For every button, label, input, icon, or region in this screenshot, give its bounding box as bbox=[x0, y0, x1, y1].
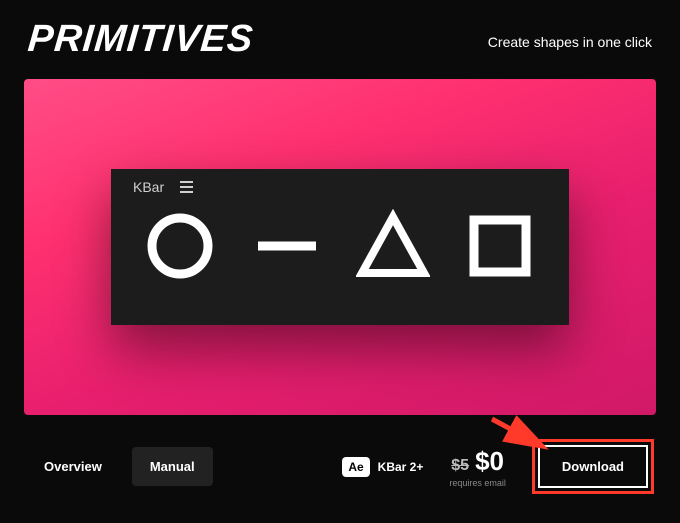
kbar-panel: KBar bbox=[111, 169, 569, 325]
kbar-panel-header: KBar bbox=[133, 179, 547, 195]
hero-image: KBar bbox=[24, 79, 656, 415]
tab-manual[interactable]: Manual bbox=[132, 447, 213, 486]
tab-overview[interactable]: Overview bbox=[26, 447, 120, 486]
price-note: requires email bbox=[449, 478, 506, 488]
bottom-bar: Overview Manual Ae KBar 2+ $5 $0 require… bbox=[0, 415, 680, 494]
square-icon bbox=[463, 209, 537, 283]
hamburger-icon bbox=[180, 181, 193, 193]
old-price: $5 bbox=[451, 457, 469, 475]
price: $5 $0 requires email bbox=[449, 446, 506, 488]
requirements: Ae KBar 2+ bbox=[342, 457, 423, 477]
triangle-icon bbox=[356, 209, 430, 283]
shapes-row bbox=[133, 203, 547, 283]
circle-icon bbox=[143, 209, 217, 283]
download-highlight: Download bbox=[532, 439, 654, 494]
logo: PRIMITIVES bbox=[26, 18, 255, 61]
kbar-version-label: KBar 2+ bbox=[378, 460, 424, 474]
tagline: Create shapes in one click bbox=[488, 34, 652, 50]
kbar-title: KBar bbox=[133, 179, 164, 195]
header: PRIMITIVES Create shapes in one click bbox=[0, 0, 680, 71]
download-button[interactable]: Download bbox=[538, 445, 648, 488]
line-icon bbox=[250, 209, 324, 283]
ae-badge-icon: Ae bbox=[342, 457, 369, 477]
new-price: $0 bbox=[475, 446, 504, 477]
